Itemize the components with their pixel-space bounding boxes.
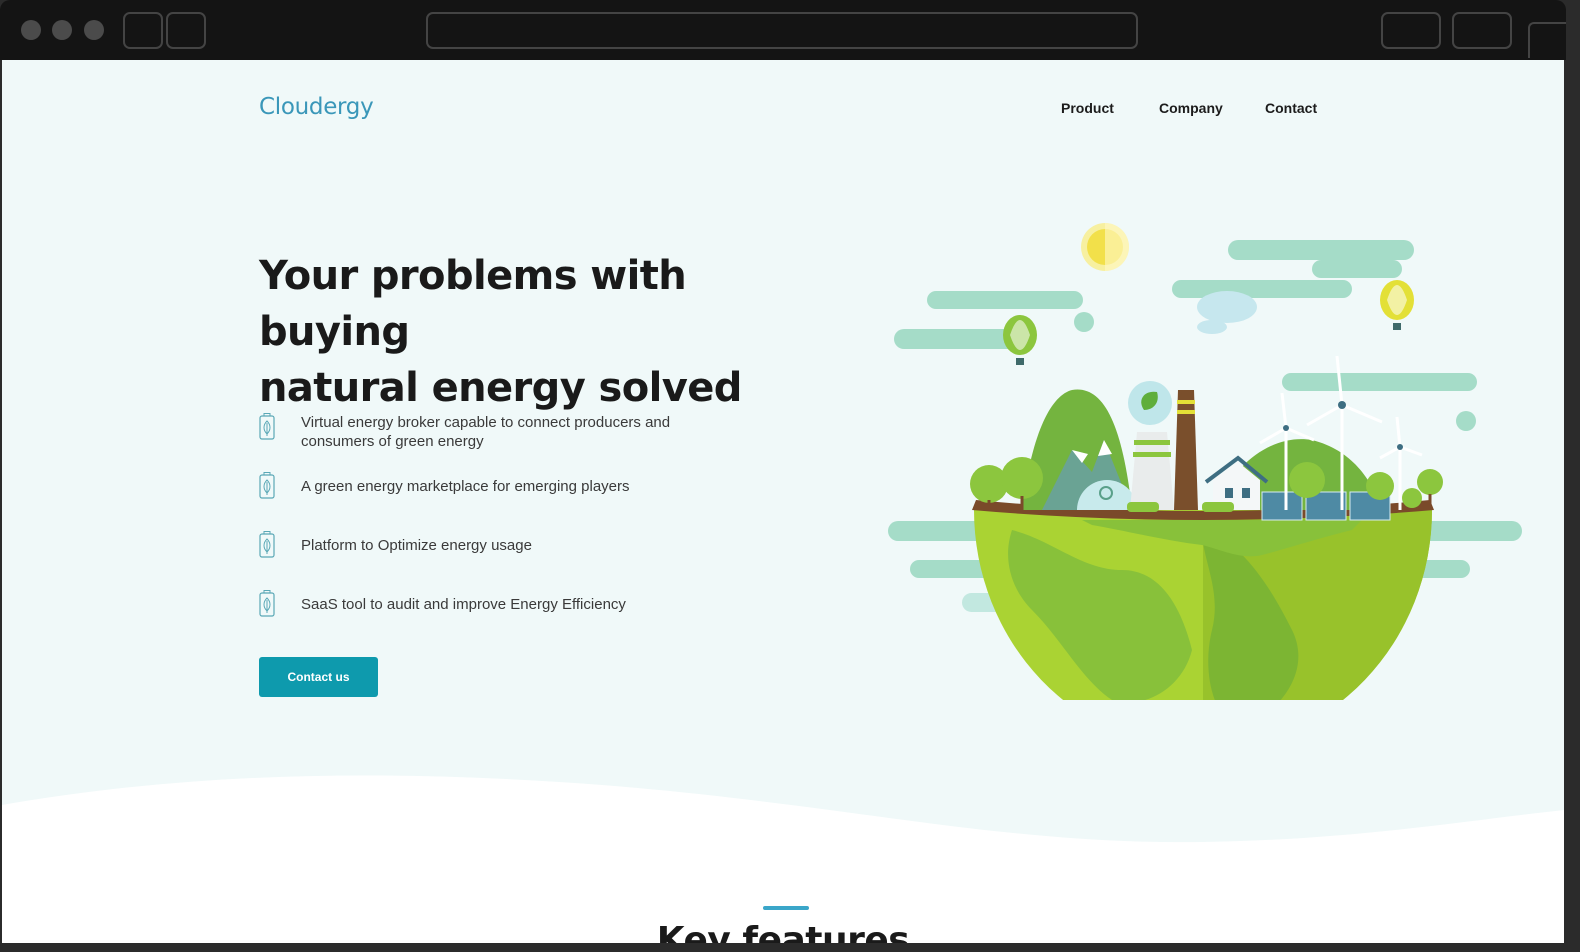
section-accent-bar xyxy=(763,906,809,910)
nav-contact-link[interactable]: Contact xyxy=(1265,100,1317,116)
feature-text: Virtual energy broker capable to connect… xyxy=(301,414,671,450)
feature-text: Platform to Optimize energy usage xyxy=(301,537,532,554)
window-maximize-dot[interactable] xyxy=(84,20,104,40)
window-close-dot[interactable] xyxy=(21,20,41,40)
browser-back-button[interactable] xyxy=(123,12,163,49)
window-minimize-dot[interactable] xyxy=(52,20,72,40)
battery-leaf-icon xyxy=(259,590,275,617)
section-wave xyxy=(2,775,1564,943)
browser-toolbar-button[interactable] xyxy=(1452,12,1512,49)
hero-title: Your problems with buying natural energy… xyxy=(259,248,819,416)
feature-text: A green energy marketplace for emerging … xyxy=(301,478,630,495)
address-bar[interactable] xyxy=(426,12,1138,49)
battery-leaf-icon xyxy=(259,472,275,499)
site-logo[interactable]: Cloudergy xyxy=(259,94,374,120)
nav-product-link[interactable]: Product xyxy=(1061,100,1114,116)
key-features-title: Key features xyxy=(656,920,910,943)
hero-title-line2: natural energy solved xyxy=(259,365,742,411)
battery-leaf-icon xyxy=(259,413,275,440)
hero-title-line1: Your problems with buying xyxy=(259,253,687,355)
browser-toolbar xyxy=(0,0,1566,60)
contact-us-button[interactable]: Contact us xyxy=(259,657,378,697)
browser-toolbar-button[interactable] xyxy=(1528,22,1566,58)
battery-leaf-icon xyxy=(259,531,275,558)
page-viewport: Cloudergy Product Company Contact Your p… xyxy=(2,60,1564,943)
browser-toolbar-button[interactable] xyxy=(1381,12,1441,49)
browser-forward-button[interactable] xyxy=(166,12,206,49)
nav-company-link[interactable]: Company xyxy=(1159,100,1223,116)
green-earth-illustration xyxy=(888,223,1522,700)
feature-text: SaaS tool to audit and improve Energy Ef… xyxy=(301,596,626,613)
